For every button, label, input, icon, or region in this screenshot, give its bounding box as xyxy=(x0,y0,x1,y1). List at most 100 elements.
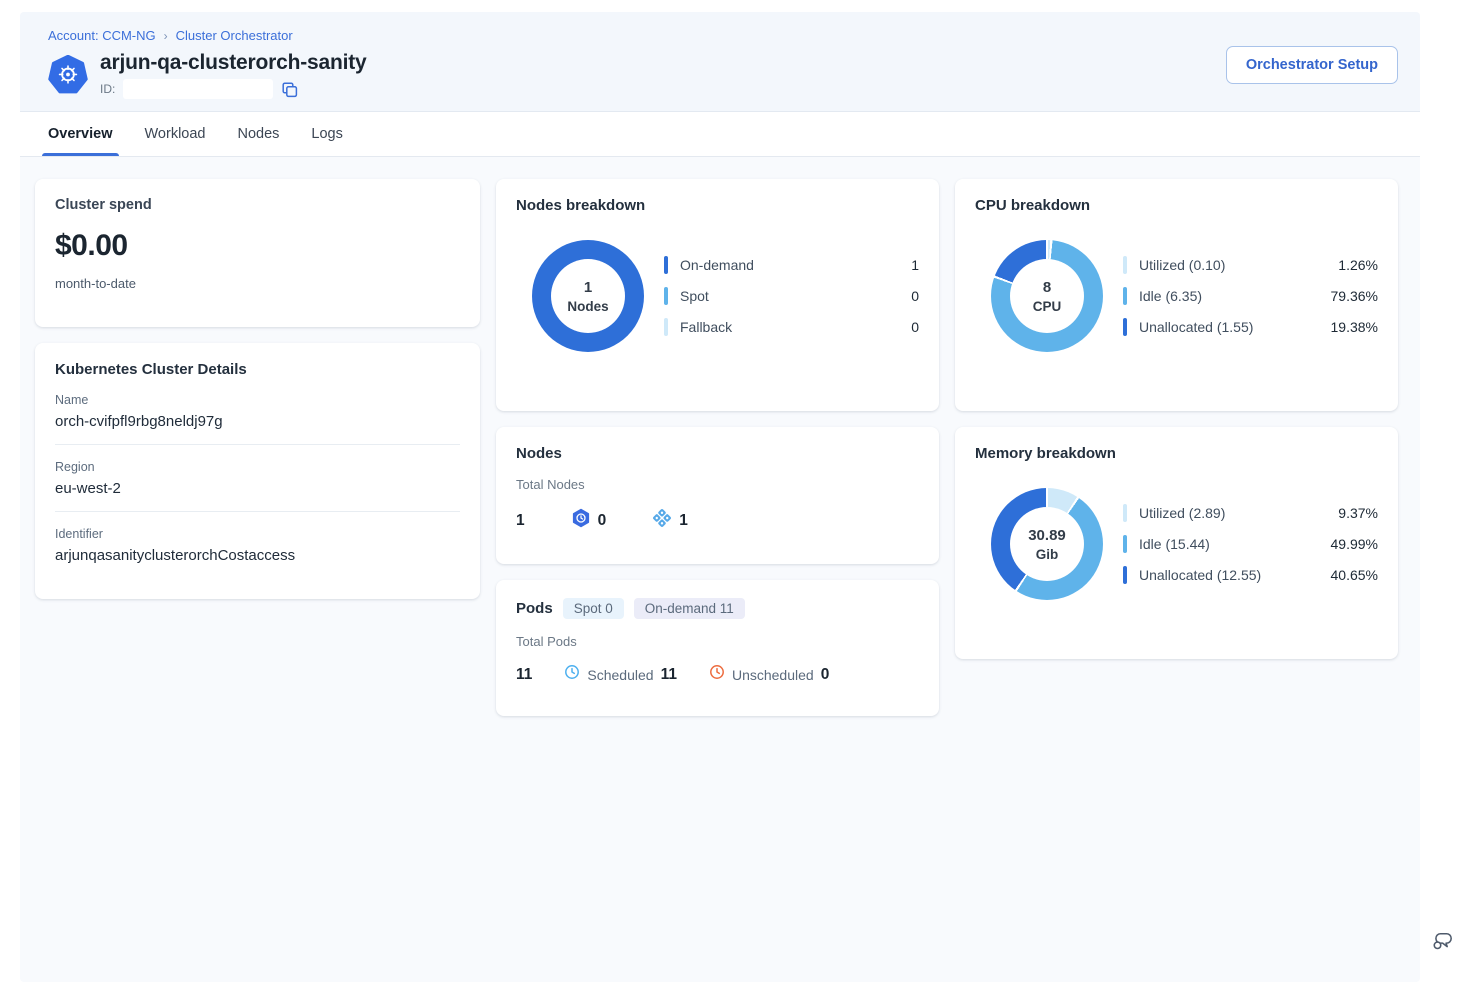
cpu-breakdown-card: CPU breakdown 8 CPU Utilized (0.10) xyxy=(955,179,1398,411)
nodes-counts-row: 1 0 xyxy=(516,508,919,533)
total-nodes-value: 1 xyxy=(516,512,525,530)
kubernetes-cluster-details-card: Kubernetes Cluster Details Name orch-cvi… xyxy=(35,343,480,599)
on-demand-nodes-value: 1 xyxy=(679,512,688,530)
tab-overview[interactable]: Overview xyxy=(48,112,113,156)
donut-center-value: 1 xyxy=(584,279,592,296)
title-row: arjun-qa-clusterorch-sanity ID: xyxy=(48,51,1398,99)
memory-donut-chart: 30.89 Gib xyxy=(991,488,1103,600)
nodes-breakdown-legend: On-demand 1 Spot 0 Fallback xyxy=(664,256,919,336)
copy-icon[interactable] xyxy=(281,81,298,98)
spot-node-hexagon-icon xyxy=(571,508,591,533)
column-right: CPU breakdown 8 CPU Utilized (0.10) xyxy=(955,179,1398,659)
total-nodes-label: Total Nodes xyxy=(516,477,919,492)
legend-label: Fallback xyxy=(680,319,732,335)
legend-row: Idle (15.44) 49.99% xyxy=(1123,535,1378,553)
legend-marker-idle xyxy=(1123,287,1127,305)
pods-counts-row: 11 Scheduled 11 xyxy=(516,664,919,685)
legend-marker-utilized xyxy=(1123,504,1127,522)
cluster-spend-amount: $0.00 xyxy=(55,229,460,263)
field-label: Identifier xyxy=(55,527,460,541)
total-pods-label: Total Pods xyxy=(516,634,919,649)
unscheduled-clock-icon xyxy=(709,664,725,685)
cluster-spend-card: Cluster spend $0.00 month-to-date xyxy=(35,179,480,327)
cluster-id-row: ID: xyxy=(100,79,367,99)
nodes-donut-chart: 1 Nodes xyxy=(532,240,644,352)
cpu-breakdown-title: CPU breakdown xyxy=(975,197,1378,214)
nodes-card-title: Nodes xyxy=(516,445,919,462)
nodes-breakdown-card: Nodes breakdown 1 Nodes On-demand xyxy=(496,179,939,411)
cluster-spend-period: month-to-date xyxy=(55,276,460,291)
field-value: arjunqasanityclusterorchCostaccess xyxy=(55,547,460,564)
legend-row: Utilized (2.89) 9.37% xyxy=(1123,504,1378,522)
page: Account: CCM-NG › Cluster Orchestrator xyxy=(0,0,1460,1006)
pods-title-row: Pods Spot 0 On-demand 11 xyxy=(516,598,919,619)
spot-nodes-count: 0 xyxy=(571,508,607,533)
divider xyxy=(55,444,460,445)
legend-marker-on-demand xyxy=(664,256,668,274)
scheduled-value: 11 xyxy=(661,666,677,684)
legend-label: Utilized (2.89) xyxy=(1139,505,1225,521)
on-demand-pods-chip: On-demand 11 xyxy=(634,598,745,619)
page-title: arjun-qa-clusterorch-sanity xyxy=(100,51,367,75)
legend-value: 0 xyxy=(911,288,919,304)
scheduled-clock-icon xyxy=(564,664,580,685)
legend-marker-idle xyxy=(1123,535,1127,553)
donut-center: 30.89 Gib xyxy=(1010,507,1084,581)
content-area: Cluster spend $0.00 month-to-date Kubern… xyxy=(20,157,1420,716)
id-label: ID: xyxy=(100,82,115,96)
cluster-spend-title: Cluster spend xyxy=(55,197,460,213)
detail-field-name: Name orch-cvifpfl9rbg8neldj97g xyxy=(55,393,460,445)
legend-value: 49.99% xyxy=(1331,536,1378,552)
on-demand-nodes-count: 1 xyxy=(652,508,688,533)
legend-label: Utilized (0.10) xyxy=(1139,257,1225,273)
pods-card: Pods Spot 0 On-demand 11 Total Pods 11 xyxy=(496,580,939,716)
legend-label: Unallocated (1.55) xyxy=(1139,319,1253,335)
legend-label: Unallocated (12.55) xyxy=(1139,567,1261,583)
legend-row: Spot 0 xyxy=(664,287,919,305)
legend-label: On-demand xyxy=(680,257,754,273)
tab-workload[interactable]: Workload xyxy=(145,112,206,156)
memory-breakdown-legend: Utilized (2.89) 9.37% Idle (15.44) 49.99… xyxy=(1123,504,1378,584)
chat-bubble-icon[interactable] xyxy=(1430,928,1455,958)
nodes-breakdown-title: Nodes breakdown xyxy=(516,197,919,214)
spot-nodes-value: 0 xyxy=(598,512,607,530)
breadcrumb-account-link[interactable]: Account: CCM-NG xyxy=(48,28,156,43)
legend-marker-unallocated xyxy=(1123,566,1127,584)
memory-breakdown-title: Memory breakdown xyxy=(975,445,1378,462)
donut-center: 8 CPU xyxy=(1010,259,1084,333)
legend-value: 9.37% xyxy=(1338,505,1378,521)
nodes-breakdown-body: 1 Nodes On-demand 1 xyxy=(516,240,919,352)
orchestrator-setup-button[interactable]: Orchestrator Setup xyxy=(1226,46,1398,84)
tab-nodes[interactable]: Nodes xyxy=(237,112,279,156)
legend-marker-spot xyxy=(664,287,668,305)
legend-value: 1 xyxy=(911,257,919,273)
column-middle: Nodes breakdown 1 Nodes On-demand xyxy=(496,179,939,716)
unscheduled-label: Unscheduled xyxy=(732,667,814,683)
donut-center: 1 Nodes xyxy=(551,259,625,333)
tab-logs[interactable]: Logs xyxy=(311,112,342,156)
legend-label: Idle (15.44) xyxy=(1139,536,1210,552)
cpu-breakdown-legend: Utilized (0.10) 1.26% Idle (6.35) 79.36%… xyxy=(1123,256,1378,336)
legend-row: Idle (6.35) 79.36% xyxy=(1123,287,1378,305)
donut-center-value: 30.89 xyxy=(1028,527,1066,544)
legend-value: 0 xyxy=(911,319,919,335)
breadcrumb: Account: CCM-NG › Cluster Orchestrator xyxy=(48,28,1398,43)
legend-marker-unallocated xyxy=(1123,318,1127,336)
cpu-donut-chart: 8 CPU xyxy=(991,240,1103,352)
field-value: eu-west-2 xyxy=(55,480,460,497)
legend-value: 19.38% xyxy=(1331,319,1378,335)
column-left: Cluster spend $0.00 month-to-date Kubern… xyxy=(35,179,480,599)
legend-value: 79.36% xyxy=(1331,288,1378,304)
nodes-card: Nodes Total Nodes 1 xyxy=(496,427,939,564)
page-header: Account: CCM-NG › Cluster Orchestrator xyxy=(20,12,1420,112)
id-value-redacted xyxy=(123,79,273,99)
legend-value: 1.26% xyxy=(1338,257,1378,273)
unscheduled-value: 0 xyxy=(821,666,830,684)
donut-center-label: Nodes xyxy=(567,299,608,314)
legend-row: Unallocated (12.55) 40.65% xyxy=(1123,566,1378,584)
legend-label: Spot xyxy=(680,288,709,304)
main-panel: Account: CCM-NG › Cluster Orchestrator xyxy=(20,12,1420,982)
field-label: Region xyxy=(55,460,460,474)
breadcrumb-section-link[interactable]: Cluster Orchestrator xyxy=(176,28,293,43)
scheduled-label: Scheduled xyxy=(587,667,653,683)
